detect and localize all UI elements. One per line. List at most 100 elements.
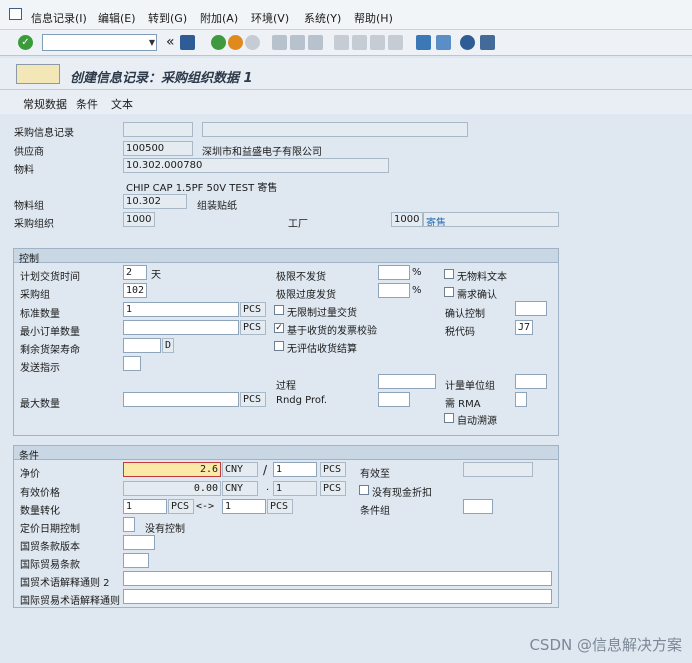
std-qty-input[interactable]: 1: [123, 302, 239, 317]
info-record-desc-field: [202, 122, 468, 137]
no-cash-disc-label: 没有现金折扣: [372, 488, 432, 499]
eff-price-per: 1: [273, 481, 317, 496]
purch-group-label: 采购组: [20, 290, 50, 301]
tax-code-input[interactable]: J7: [515, 320, 533, 335]
under-tol-input[interactable]: [378, 265, 410, 280]
plan-delivery-input[interactable]: 2: [123, 265, 147, 280]
purch-group-input[interactable]: 102: [123, 283, 147, 298]
qty-conv-label: 数量转化: [20, 506, 60, 517]
vendor-name: 深圳市和益盛电子有限公司: [202, 147, 322, 158]
qty-conv-right[interactable]: 1: [222, 499, 266, 514]
net-price-uom: PCS: [320, 462, 346, 477]
pricing-date-desc: 没有控制: [145, 524, 185, 535]
no-eval-checkbox[interactable]: [274, 341, 284, 351]
menu-extras[interactable]: 附加(A): [200, 10, 238, 26]
std-qty-label: 标准数量: [20, 309, 60, 320]
incoterms-loc2-input[interactable]: [123, 589, 552, 604]
command-field[interactable]: ▼: [42, 34, 157, 51]
layout-menu-icon[interactable]: [480, 35, 495, 50]
save-icon[interactable]: [180, 35, 195, 50]
max-qty-input[interactable]: [123, 392, 239, 407]
shortcut-icon[interactable]: [436, 35, 451, 50]
title-bar: 创建信息记录：采购组织数据 1: [0, 58, 692, 90]
ack-req-checkbox[interactable]: [444, 287, 454, 297]
back-icon[interactable]: [211, 35, 226, 50]
pricing-date-input[interactable]: [123, 517, 135, 532]
no-cash-disc-checkbox[interactable]: [359, 485, 369, 495]
purch-org-label: 采购组织: [14, 219, 54, 230]
min-qty-input[interactable]: [123, 320, 239, 335]
gr-iv-checkbox[interactable]: ✓: [274, 323, 284, 333]
incoterms-ver-input[interactable]: [123, 535, 155, 550]
help-icon[interactable]: [460, 35, 475, 50]
auto-src-checkbox[interactable]: [444, 413, 454, 423]
new-session-icon[interactable]: [416, 35, 431, 50]
net-price-per[interactable]: 1: [273, 462, 317, 477]
incoterms-loc1-input[interactable]: [123, 571, 552, 586]
next-page-icon[interactable]: [370, 35, 385, 50]
ship-instr-label: 发送指示: [20, 363, 60, 374]
qty-conv-right-uom: PCS: [267, 499, 293, 514]
over-tol-label: 极限过度发货: [276, 290, 336, 301]
print-icon[interactable]: [272, 35, 287, 50]
conditions-button[interactable]: 条件: [76, 96, 98, 112]
unlimited-checkbox[interactable]: [274, 305, 284, 315]
chevron-down-icon[interactable]: ▼: [149, 38, 155, 47]
find-icon[interactable]: [290, 35, 305, 50]
uom-group-label: 计量单位组: [445, 381, 495, 392]
enter-check-icon[interactable]: ✓: [18, 35, 33, 50]
incoterms-label: 国际贸易条款: [20, 560, 80, 571]
last-page-icon[interactable]: [388, 35, 403, 50]
qty-conv-left[interactable]: 1: [123, 499, 167, 514]
back-arrow-icon[interactable]: «: [166, 34, 175, 50]
control-group-title: 控制: [14, 249, 558, 265]
material-field: 10.302.000780: [123, 158, 389, 173]
screen-menu-icon[interactable]: [16, 64, 60, 84]
texts-button[interactable]: 文本: [111, 96, 133, 112]
net-price-input[interactable]: 2.6: [123, 462, 221, 477]
no-mat-text-checkbox[interactable]: [444, 269, 454, 279]
menu-edit[interactable]: 编辑(E): [98, 10, 136, 26]
min-qty-label: 最小订单数量: [20, 327, 80, 338]
process-input[interactable]: [378, 374, 436, 389]
menu-help[interactable]: 帮助(H): [354, 10, 393, 26]
menu-icon[interactable]: [9, 8, 22, 20]
cancel-icon[interactable]: [245, 35, 260, 50]
menu-goto[interactable]: 转到(G): [148, 10, 187, 26]
page-title: 创建信息记录：采购组织数据 1: [70, 71, 253, 86]
material-group-desc: 组装贴纸: [197, 201, 237, 212]
find-next-icon[interactable]: [308, 35, 323, 50]
over-tol-input[interactable]: [378, 283, 410, 298]
info-record-label: 采购信息记录: [14, 128, 74, 139]
std-qty-unit: PCS: [240, 302, 266, 317]
conditions-group-title: 条件: [14, 446, 558, 462]
plant-desc-field: 寄售: [423, 212, 559, 227]
rma-input[interactable]: [515, 392, 527, 407]
auto-src-label: 自动溯源: [457, 416, 497, 427]
conf-ctrl-input[interactable]: [515, 301, 547, 316]
menu-environment[interactable]: 环境(V): [251, 10, 289, 26]
eff-price-uom: PCS: [320, 481, 346, 496]
min-qty-unit: PCS: [240, 320, 266, 335]
first-page-icon[interactable]: [334, 35, 349, 50]
plant-desc: 寄售: [426, 218, 446, 227]
general-data-button[interactable]: 常规数据: [23, 96, 67, 112]
uom-group-input[interactable]: [515, 374, 547, 389]
eff-price-dot: .: [266, 482, 270, 493]
no-mat-text-label: 无物料文本: [457, 272, 507, 283]
plant-label: 工厂: [288, 219, 308, 230]
cond-group-input[interactable]: [463, 499, 493, 514]
shelf-life-unit: D: [162, 338, 174, 353]
exit-icon[interactable]: [228, 35, 243, 50]
menu-info-record[interactable]: 信息记录(I): [31, 10, 87, 26]
gr-iv-label: 基于收货的发票校验: [287, 326, 377, 337]
info-record-field: [123, 122, 193, 137]
prev-page-icon[interactable]: [352, 35, 367, 50]
menu-system[interactable]: 系统(Y): [304, 10, 341, 26]
net-price-slash: /: [263, 463, 268, 477]
shelf-life-input[interactable]: [123, 338, 161, 353]
rndg-input[interactable]: [378, 392, 410, 407]
ack-req-label: 需求确认: [457, 290, 497, 301]
ship-instr-input[interactable]: [123, 356, 141, 371]
incoterms-input[interactable]: [123, 553, 149, 568]
